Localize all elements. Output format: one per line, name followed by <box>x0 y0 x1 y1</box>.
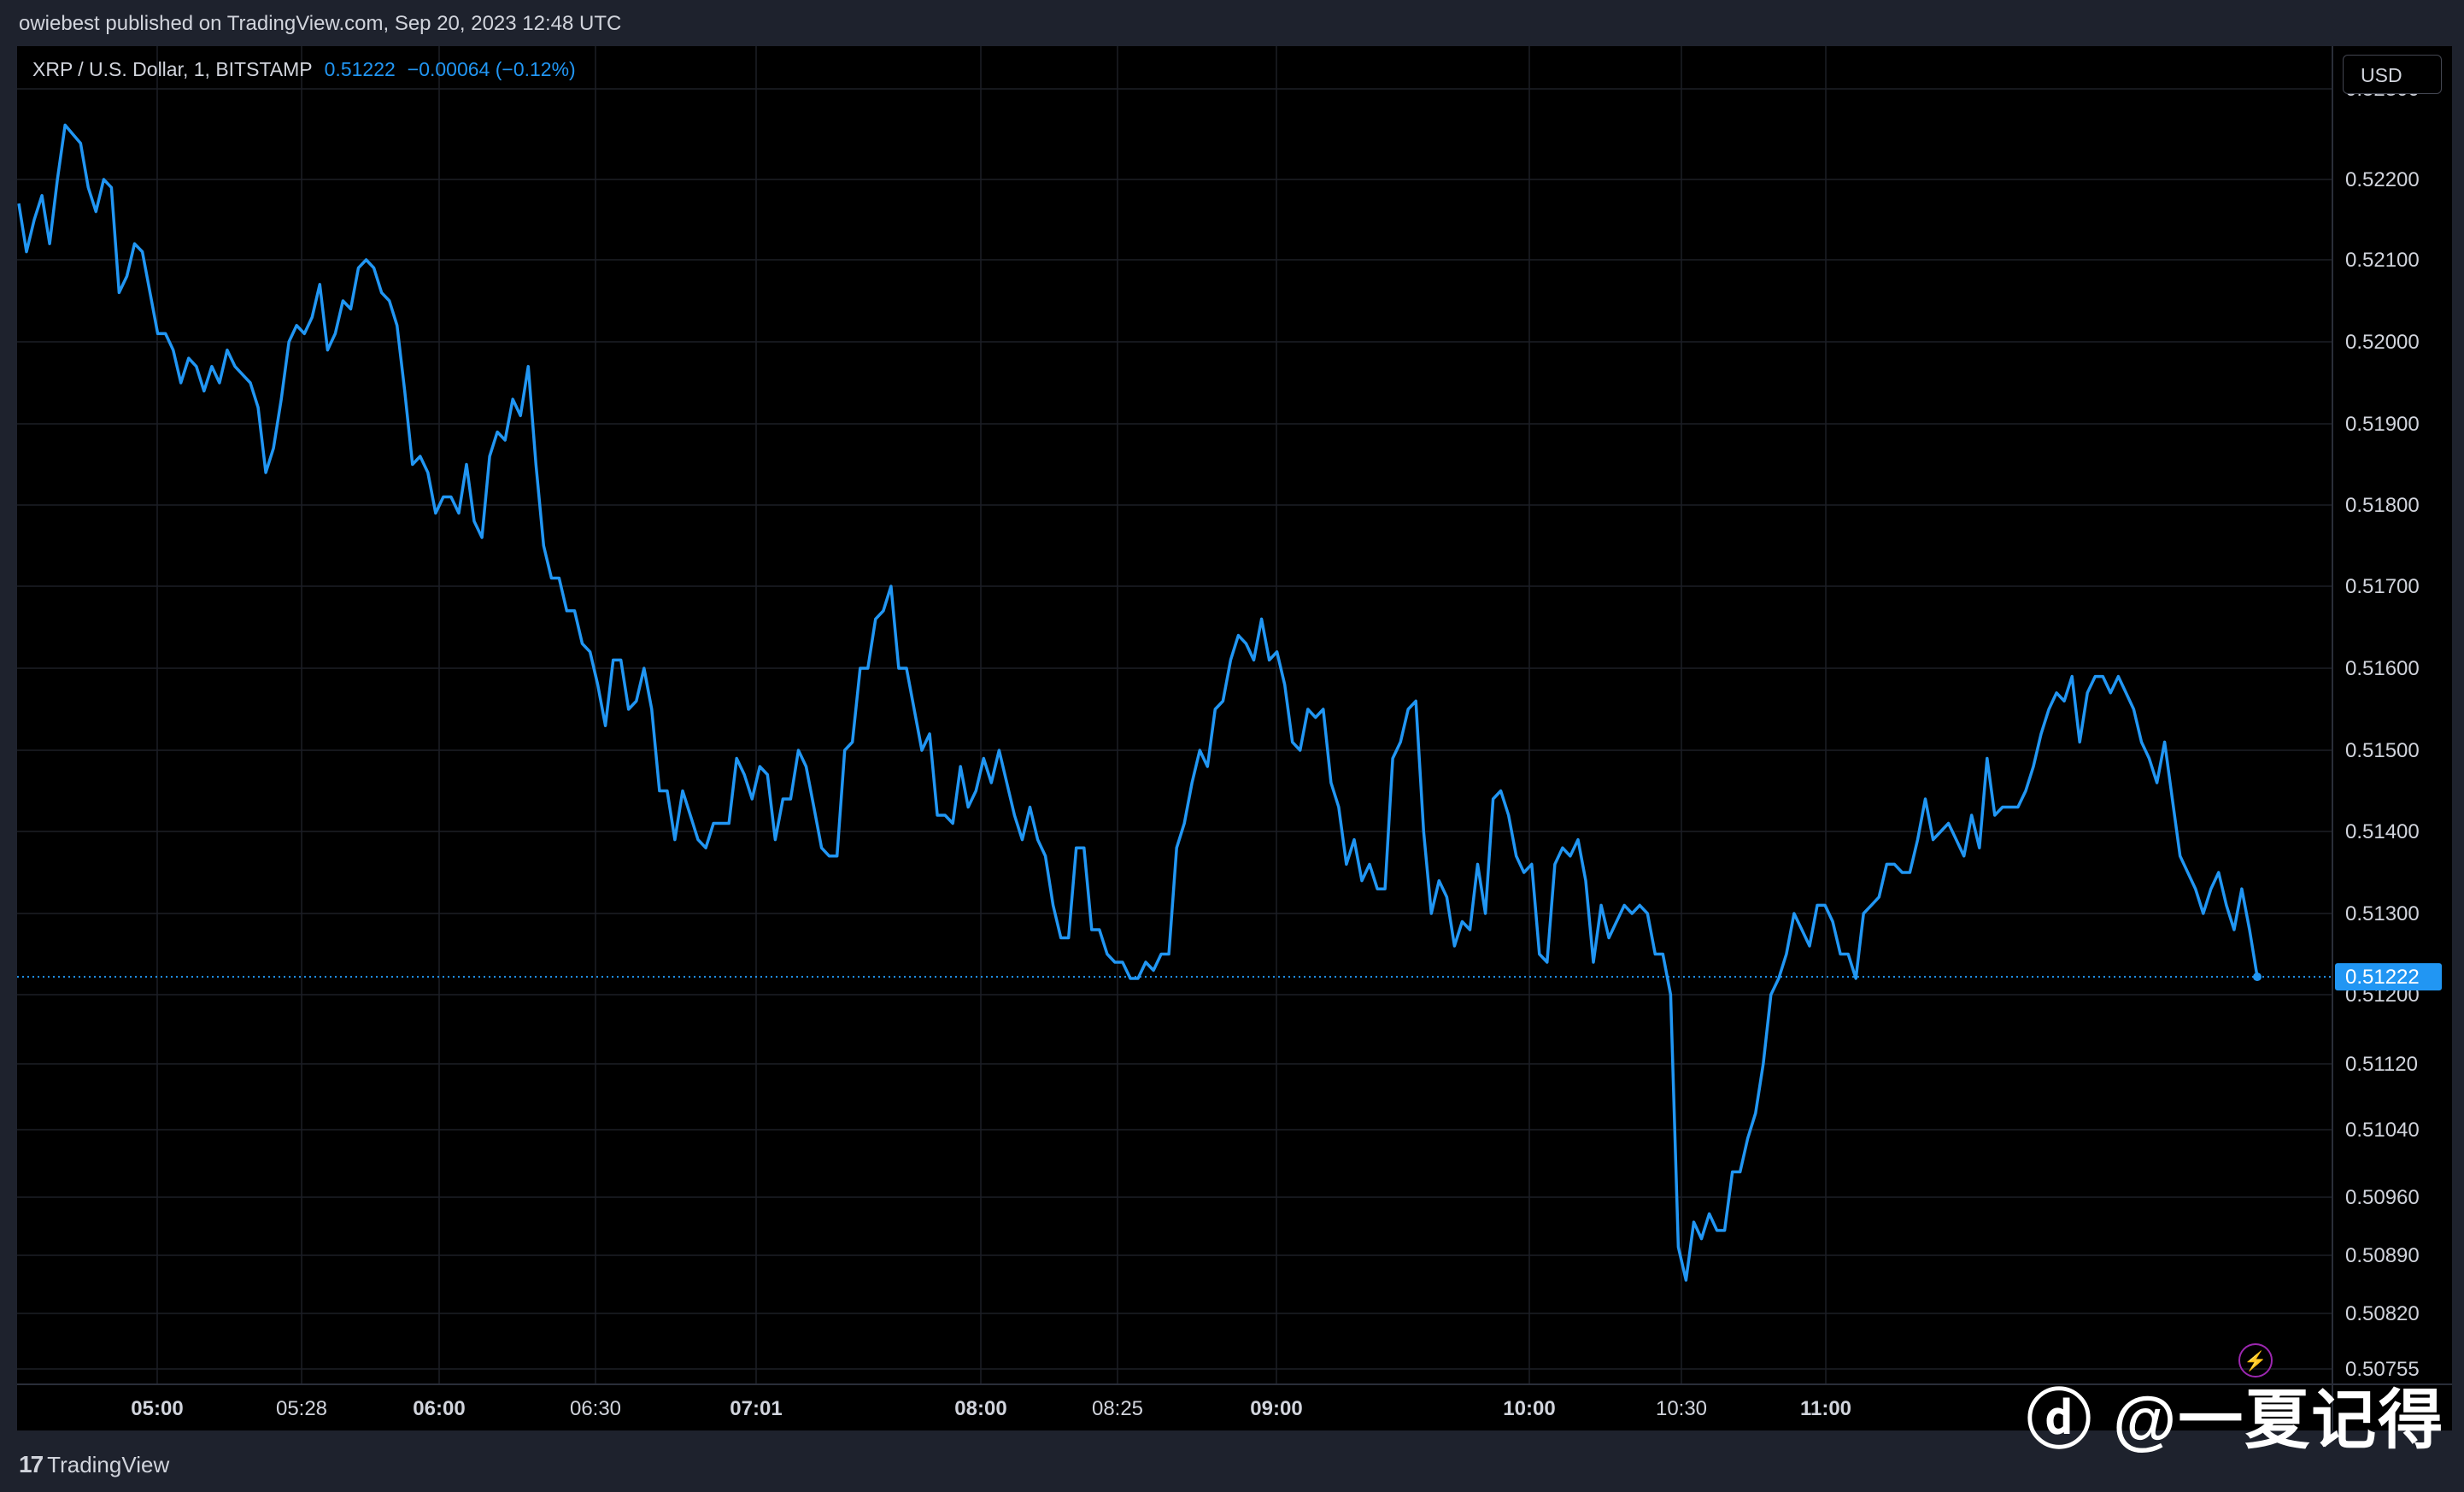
last-price-dot <box>2253 972 2262 982</box>
x-tick-label: 10:00 <box>1503 1397 1555 1420</box>
y-tick-label: 0.51120 <box>2345 1053 2418 1076</box>
series-layer: 0.51222 <box>17 123 2442 1282</box>
symbol-legend: XRP / U.S. Dollar, 1, BITSTAMP 0.51222 −0.… <box>32 58 576 81</box>
brand-label: TradingView <box>47 1452 170 1477</box>
y-tick-label: 0.51900 <box>2345 413 2420 436</box>
watermark-text: ⓓ @一夏记得 <box>2027 1384 2445 1457</box>
currency-button[interactable]: USD <box>2343 55 2442 94</box>
price-line <box>17 123 2259 1282</box>
last-price-label: 0.51222 <box>2345 966 2420 989</box>
y-tick-label: 0.51500 <box>2345 739 2420 762</box>
x-tick-label: 08:25 <box>1092 1397 1143 1420</box>
y-tick-label: 0.52200 <box>2345 168 2420 191</box>
grid <box>17 46 2332 1384</box>
y-tick-label: 0.50820 <box>2345 1302 2420 1325</box>
x-tick-label: 05:00 <box>131 1397 183 1420</box>
tv-logo-icon: 17 <box>19 1451 44 1477</box>
y-tick-label: 0.51800 <box>2345 494 2420 517</box>
y-tick-label: 0.51300 <box>2345 902 2420 925</box>
symbol-title: XRP / U.S. Dollar, 1, BITSTAMP <box>32 58 313 80</box>
tradingview-logo[interactable]: 17 TradingView <box>19 1451 169 1478</box>
y-tick-label: 0.51040 <box>2345 1119 2420 1142</box>
price-chart: 0.523000.522000.521000.520000.519000.518… <box>17 46 2452 1430</box>
y-tick-label: 0.51400 <box>2345 820 2420 843</box>
x-tick-label: 06:30 <box>570 1397 621 1420</box>
x-tick-label: 05:28 <box>276 1397 327 1420</box>
y-tick-label: 0.52000 <box>2345 331 2420 354</box>
x-tick-label: 10:30 <box>1656 1397 1707 1420</box>
x-tick-label: 09:00 <box>1250 1397 1302 1420</box>
y-tick-label: 0.50890 <box>2345 1244 2420 1267</box>
y-tick-label: 0.51700 <box>2345 575 2420 598</box>
y-tick-label: 0.52100 <box>2345 249 2420 272</box>
legend-price: 0.51222 <box>324 58 396 80</box>
x-tick-label: 11:00 <box>1800 1397 1851 1420</box>
x-tick-label: 07:01 <box>730 1397 782 1420</box>
y-tick-label: 0.50960 <box>2345 1186 2420 1209</box>
legend-change: −0.00064 (−0.12%) <box>407 58 576 80</box>
x-tick-label: 06:00 <box>413 1397 465 1420</box>
axes: 0.523000.522000.521000.520000.519000.518… <box>17 46 2452 1430</box>
y-tick-label: 0.51600 <box>2345 657 2420 680</box>
x-tick-label: 08:00 <box>954 1397 1006 1420</box>
